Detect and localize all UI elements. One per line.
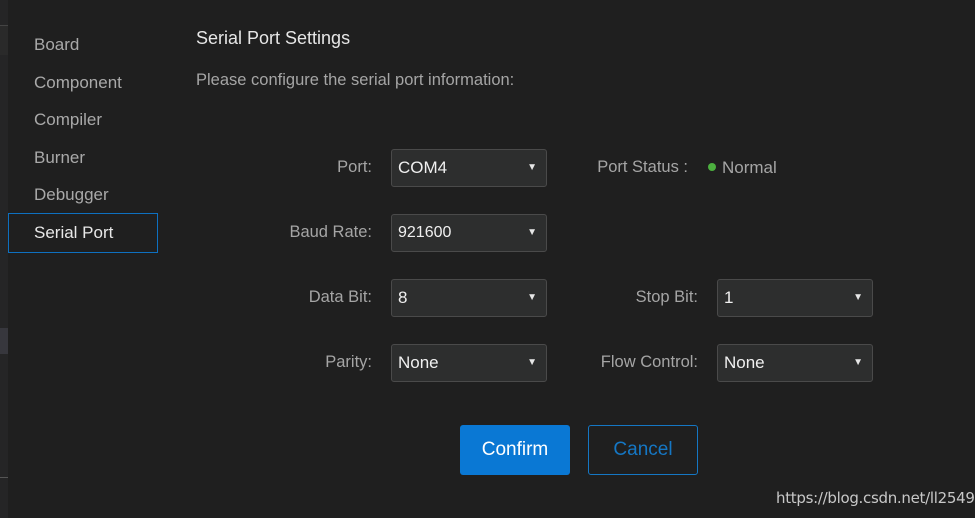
settings-sidebar: Board Component Compiler Burner Debugger… xyxy=(8,25,158,253)
flow-control-select[interactable]: None ▼ xyxy=(717,344,873,382)
parity-label: Parity: xyxy=(325,353,372,371)
watermark: https://blog.csdn.net/ll2549 xyxy=(776,489,975,507)
status-dot-icon xyxy=(708,162,716,171)
port-status: Normal xyxy=(708,158,777,178)
chevron-down-icon: ▼ xyxy=(853,357,863,368)
baud-rate-label: Baud Rate: xyxy=(289,223,372,241)
confirm-button[interactable]: Confirm xyxy=(460,425,570,475)
parity-select[interactable]: None ▼ xyxy=(391,344,547,382)
parity-value: None xyxy=(398,353,439,372)
sidebar-item-component[interactable]: Component xyxy=(8,63,158,101)
left-panel-tab xyxy=(0,25,8,55)
port-status-label: Port Status : xyxy=(597,158,688,176)
data-bit-value: 8 xyxy=(398,288,408,307)
data-bit-label: Data Bit: xyxy=(308,288,372,306)
flow-control-label: Flow Control: xyxy=(600,353,698,371)
chevron-down-icon: ▼ xyxy=(527,162,537,173)
sidebar-item-debugger[interactable]: Debugger xyxy=(8,175,158,213)
data-bit-select[interactable]: 8 ▼ xyxy=(391,279,547,317)
left-panel-edge xyxy=(0,0,8,518)
sidebar-item-serial-port[interactable]: Serial Port xyxy=(8,212,158,253)
cancel-button[interactable]: Cancel xyxy=(588,425,698,475)
stop-bit-value: 1 xyxy=(724,288,734,307)
page-subtitle: Please configure the serial port informa… xyxy=(196,71,515,89)
stop-bit-select[interactable]: 1 ▼ xyxy=(717,279,873,317)
left-panel-divider xyxy=(0,477,8,478)
port-status-value: Normal xyxy=(722,158,777,177)
stop-bit-label: Stop Bit: xyxy=(635,288,698,306)
page-title: Serial Port Settings xyxy=(196,28,351,48)
chevron-down-icon: ▼ xyxy=(853,292,863,303)
sidebar-item-burner[interactable]: Burner xyxy=(8,138,158,176)
flow-control-value: None xyxy=(724,353,765,372)
sidebar-item-compiler[interactable]: Compiler xyxy=(8,100,158,138)
chevron-down-icon: ▼ xyxy=(527,357,537,368)
baud-rate-select[interactable]: 921600 ▼ xyxy=(391,214,547,252)
port-select[interactable]: COM4 ▼ xyxy=(391,149,547,187)
baud-rate-value: 921600 xyxy=(398,224,452,241)
chevron-down-icon: ▼ xyxy=(527,292,537,303)
sidebar-item-board[interactable]: Board xyxy=(8,25,158,63)
chevron-down-icon: ▼ xyxy=(527,227,537,238)
port-value: COM4 xyxy=(398,158,448,177)
left-panel-selected-row xyxy=(0,328,8,354)
port-label: Port: xyxy=(337,158,372,176)
